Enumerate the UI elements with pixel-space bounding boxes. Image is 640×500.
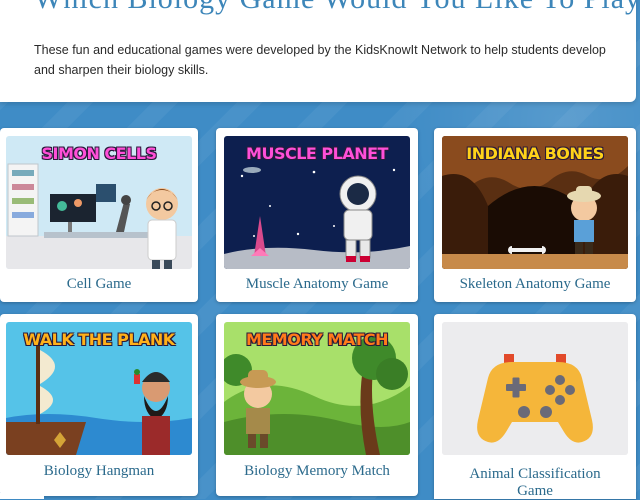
memory-match-logo-text: MEMORY MATCH [245, 330, 389, 349]
biology-hangman-thumbnail[interactable]: WALK THE PLANK [6, 322, 192, 455]
gamepad-icon [442, 322, 628, 455]
animal-classification-thumbnail[interactable] [442, 322, 628, 455]
skeleton-anatomy-title[interactable]: Skeleton Anatomy Game [434, 276, 636, 293]
skeleton-anatomy-thumbnail[interactable]: INDIANA BONES [442, 136, 628, 269]
game-card-skeleton-anatomy[interactable]: INDIANA BONES Skeleton Anatomy Game [434, 128, 636, 302]
animal-classification-title[interactable]: Animal Classification Game [434, 466, 636, 500]
game-card-cell-game[interactable]: SIMON CELLS Cell Game [0, 128, 198, 302]
biology-hangman-title[interactable]: Biology Hangman [0, 463, 198, 480]
game-card-biology-hangman[interactable]: WALK THE PLANK Biology Hangman [0, 314, 198, 496]
page-title: Which Biology Game Would You Like To Pla… [34, 0, 640, 16]
muscle-planet-logo-text: MUSCLE PLANET [246, 144, 388, 163]
header-card: Which Biology Game Would You Like To Pla… [0, 0, 640, 102]
bottom-left-tab [0, 493, 44, 499]
game-card-muscle-anatomy[interactable]: MUSCLE PLANET Muscle Anatomy Game [216, 128, 418, 302]
indiana-bones-logo-text: INDIANA BONES [466, 144, 604, 163]
cell-game-thumbnail[interactable]: SIMON CELLS [6, 136, 192, 269]
cell-game-logo-text: SIMON CELLS [41, 144, 157, 163]
cell-game-title[interactable]: Cell Game [0, 276, 198, 293]
game-card-animal-classification[interactable]: Animal Classification Game [434, 314, 636, 499]
game-card-biology-memory-match[interactable]: MEMORY MATCH Biology Memory Match [216, 314, 418, 496]
intro-text: These fun and educational games were dev… [34, 43, 606, 77]
muscle-anatomy-thumbnail[interactable]: MUSCLE PLANET [224, 136, 410, 269]
muscle-anatomy-title[interactable]: Muscle Anatomy Game [216, 276, 418, 293]
walk-the-plank-logo-text: WALK THE PLANK [23, 330, 175, 349]
biology-memory-match-title[interactable]: Biology Memory Match [216, 463, 418, 480]
biology-memory-match-thumbnail[interactable]: MEMORY MATCH [224, 322, 410, 455]
